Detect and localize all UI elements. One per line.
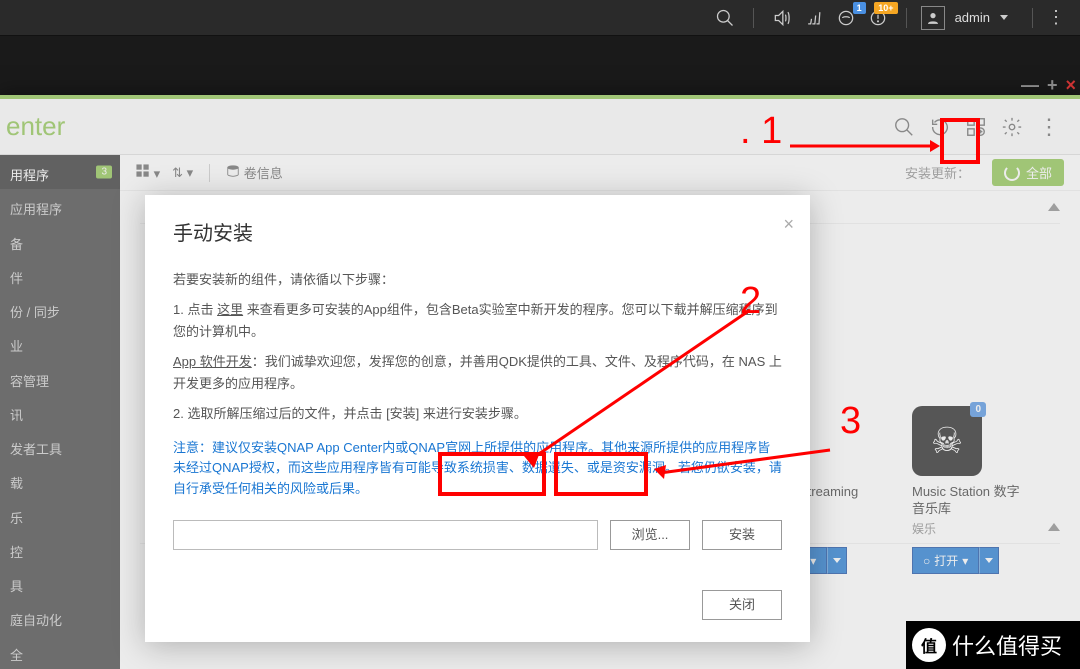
dashboard-icon[interactable] <box>800 4 828 32</box>
install-button[interactable]: 安装 <box>702 520 782 550</box>
user-menu-caret-icon[interactable] <box>1000 15 1008 20</box>
browse-label: 浏览... <box>632 524 669 546</box>
text: 1. 点击 <box>173 302 217 317</box>
window-controls: — + × <box>1021 75 1076 96</box>
search-icon[interactable] <box>711 4 739 32</box>
window-close-button[interactable]: × <box>1065 75 1076 96</box>
window-maximize-button[interactable]: + <box>1047 75 1058 96</box>
volume-icon[interactable] <box>768 4 796 32</box>
annotation-browse-box <box>438 452 546 496</box>
username-label[interactable]: admin <box>955 10 990 25</box>
window-minimize-button[interactable]: — <box>1021 75 1039 96</box>
dialog-title: 手动安装 <box>173 217 782 251</box>
system-topbar: 1 10+ admin ⋮ <box>0 0 1080 36</box>
more-menu-icon[interactable]: ⋮ <box>1047 7 1064 28</box>
annotation-install-box <box>554 452 648 496</box>
dev-link[interactable]: App 软件开发 <box>173 354 252 369</box>
dialog-intro: 若要安装新的组件，请依循以下步骤： <box>173 269 782 291</box>
close-label: 关闭 <box>729 594 755 616</box>
notification-icon[interactable]: 10+ <box>864 4 892 32</box>
watermark-badge: 值 <box>912 628 946 662</box>
watermark-text: 什么值得买 <box>952 629 1062 661</box>
annotation-1-box <box>940 118 980 164</box>
file-path-input[interactable] <box>173 520 598 550</box>
annotation-3-arrow <box>650 445 840 485</box>
watermark: 值 什么值得买 <box>906 621 1080 669</box>
here-link[interactable]: 这里 <box>217 302 243 317</box>
dialog-close-icon[interactable]: × <box>783 209 794 240</box>
annotation-1-arrow <box>790 136 940 156</box>
browse-button[interactable]: 浏览... <box>610 520 690 550</box>
user-avatar-icon[interactable] <box>921 6 945 30</box>
close-button[interactable]: 关闭 <box>702 590 782 620</box>
install-label: 安装 <box>729 524 755 546</box>
notification-badge: 10+ <box>874 2 897 14</box>
cloud-status-icon[interactable]: 1 <box>832 4 860 32</box>
